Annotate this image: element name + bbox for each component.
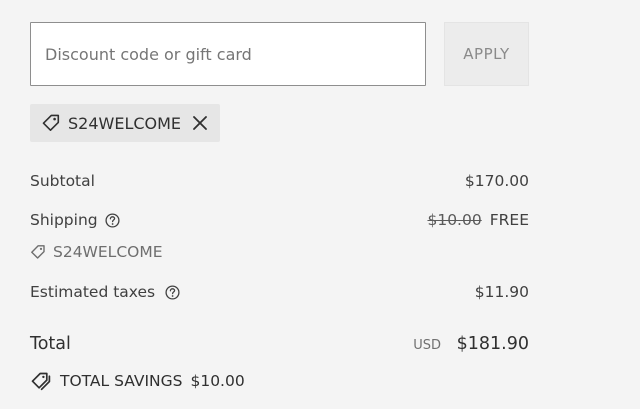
total-savings: TOTAL SAVINGS $10.00 [30, 370, 245, 392]
subtotal-row: Subtotal $170.00 [30, 172, 529, 194]
shipping-original-price: $10.00 [427, 211, 482, 229]
shipping-value: FREE [489, 211, 529, 229]
taxes-value: $11.90 [474, 283, 529, 301]
taxes-row: Estimated taxes $11.90 [30, 283, 529, 305]
subtotal-label: Subtotal [30, 172, 95, 190]
tag-icon [41, 113, 61, 133]
close-icon[interactable] [191, 114, 209, 132]
apply-button[interactable]: APPLY [444, 22, 529, 86]
tags-icon [30, 370, 52, 392]
tag-icon [30, 244, 46, 260]
subtotal-value: $170.00 [464, 172, 529, 190]
savings-amount: $10.00 [190, 372, 245, 390]
discount-code-input[interactable] [30, 22, 426, 86]
shipping-row: Shipping $10.00 FREE [30, 211, 529, 233]
savings-label: TOTAL SAVINGS [60, 372, 183, 390]
shipping-code-label: S24WELCOME [53, 243, 163, 261]
total-label: Total [30, 334, 71, 354]
shipping-label: Shipping [30, 211, 98, 229]
help-icon[interactable] [165, 284, 180, 300]
shipping-label-group: Shipping [30, 211, 120, 229]
help-icon[interactable] [105, 212, 120, 228]
total-row: Total USD $181.90 [30, 334, 529, 360]
taxes-label: Estimated taxes [30, 283, 156, 301]
total-amount: $181.90 [456, 334, 529, 354]
applied-code-label: S24WELCOME [68, 113, 182, 133]
applied-discount-chip: S24WELCOME [30, 104, 220, 142]
shipping-value-group: $10.00 FREE [427, 211, 529, 229]
shipping-discount-code: S24WELCOME [30, 243, 163, 261]
taxes-label-group: Estimated taxes [30, 283, 180, 301]
total-currency: USD [413, 338, 441, 353]
